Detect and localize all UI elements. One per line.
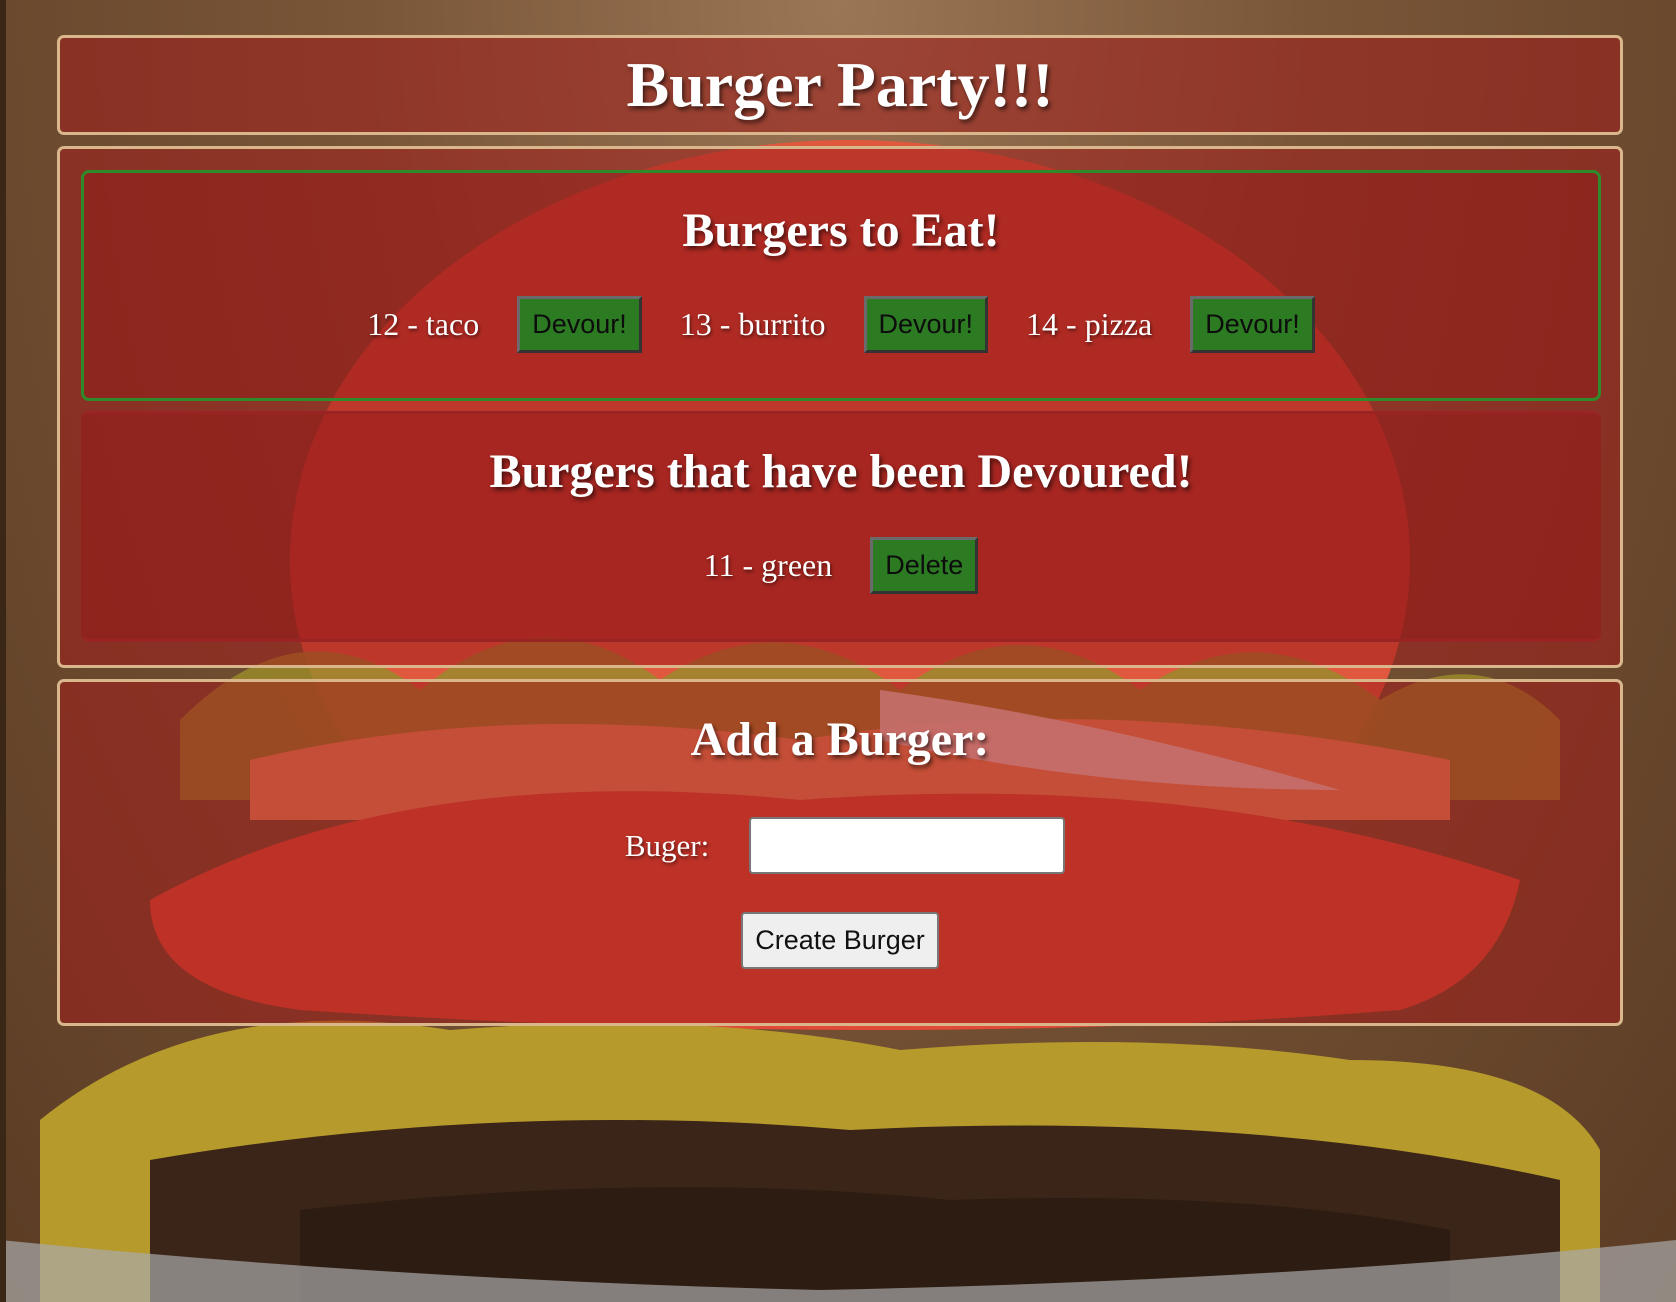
burger-label: 14 - pizza — [1026, 306, 1153, 342]
burger-name-label: Buger: — [624, 827, 710, 863]
devour-button[interactable]: Devour! — [517, 296, 642, 353]
burger-label: 13 - burrito — [679, 306, 826, 342]
burger-name-input[interactable] — [749, 817, 1066, 874]
add-burger-heading: Add a Burger: — [690, 713, 990, 766]
burger-form-row: Buger: — [60, 817, 1620, 874]
burger-lists-panel: Burgers to Eat! 12 - taco Devour! 13 - b… — [57, 146, 1623, 668]
list-item: 11 - green Delete — [704, 537, 979, 594]
devoured-burgers-heading: Burgers that have been Devoured! — [489, 445, 1193, 498]
add-burger-panel: Add a Burger: Buger: Create Burger — [57, 679, 1623, 1026]
delete-button[interactable]: Delete — [870, 537, 979, 594]
window-edge — [0, 0, 6, 1302]
devour-button[interactable]: Devour! — [863, 296, 989, 353]
list-item: 14 - pizza Devour! — [1026, 296, 1315, 353]
list-item: 12 - taco Devour! — [367, 296, 642, 353]
create-burger-button[interactable]: Create Burger — [741, 912, 939, 969]
burger-label: 12 - taco — [367, 306, 480, 342]
header-panel: Burger Party!!! — [57, 35, 1623, 135]
burger-label: 11 - green — [703, 547, 833, 583]
list-item: 13 - burrito Devour! — [679, 296, 989, 353]
burgers-to-eat-list: 12 - taco Devour! 13 - burrito Devour! 1… — [84, 296, 1598, 353]
burgers-to-eat-heading: Burgers to Eat! — [682, 204, 1000, 257]
page-title: Burger Party!!! — [626, 49, 1054, 120]
devour-button[interactable]: Devour! — [1190, 296, 1315, 353]
devoured-burgers-section: Burgers that have been Devoured! 11 - gr… — [81, 411, 1601, 642]
devoured-burgers-list: 11 - green Delete — [81, 537, 1601, 594]
burgers-to-eat-section: Burgers to Eat! 12 - taco Devour! 13 - b… — [81, 170, 1601, 401]
